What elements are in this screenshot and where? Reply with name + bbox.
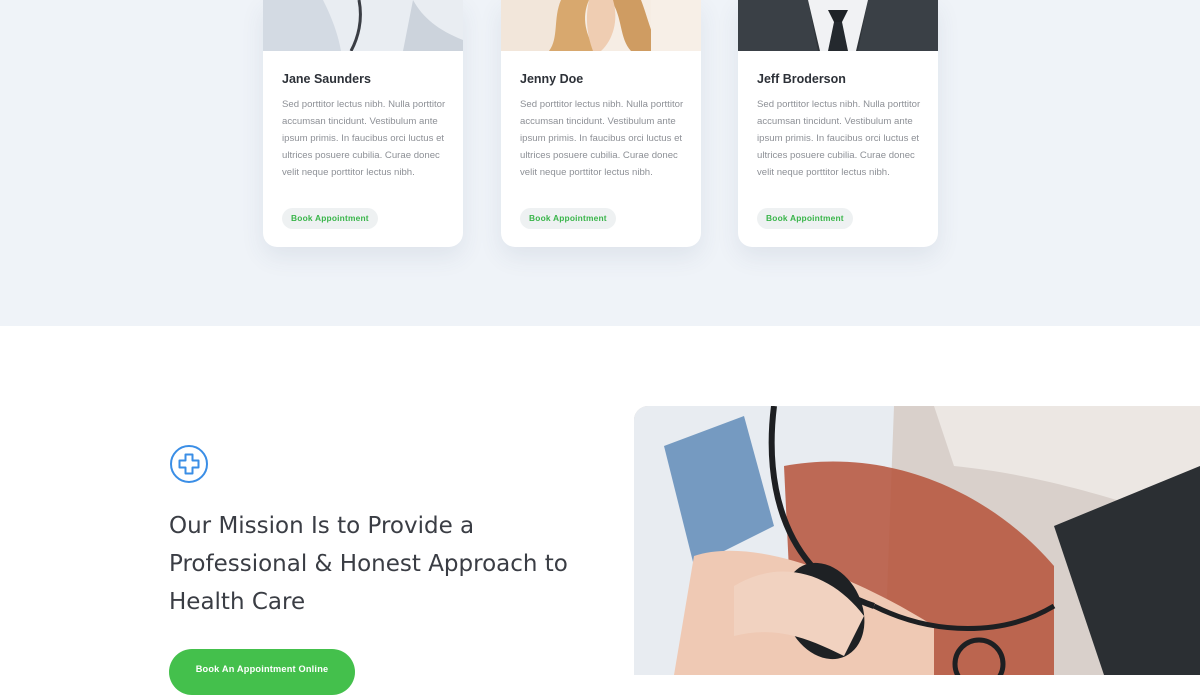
book-appointment-online-button[interactable]: Book An Appointment Online	[169, 649, 355, 695]
doctors-section: Jane Saunders Sed porttitor lectus nibh.…	[0, 0, 1200, 326]
blood-pressure-check-photo	[634, 406, 1200, 675]
medical-cross-icon	[169, 444, 209, 484]
book-appointment-button[interactable]: Book Appointment	[520, 208, 616, 229]
doctor-name: Jenny Doe	[520, 72, 584, 86]
doctor-name: Jane Saunders	[282, 72, 371, 86]
doctor-bio: Sed porttitor lectus nibh. Nulla porttit…	[282, 99, 446, 178]
doctor-card-jeff-broderson: Jeff Broderson Sed porttitor lectus nibh…	[738, 0, 938, 247]
book-appointment-button[interactable]: Book Appointment	[282, 208, 378, 229]
book-appointment-button[interactable]: Book Appointment	[757, 208, 853, 229]
doctor-photo	[501, 0, 701, 51]
doctor-card-jane-saunders: Jane Saunders Sed porttitor lectus nibh.…	[263, 0, 463, 247]
doctor-photo	[738, 0, 938, 51]
doctor-bio: Sed porttitor lectus nibh. Nulla porttit…	[757, 99, 921, 178]
doctor-name: Jeff Broderson	[757, 72, 846, 86]
mission-heading: Our Mission Is to Provide a Professional…	[169, 513, 568, 615]
doctor-bio: Sed porttitor lectus nibh. Nulla porttit…	[520, 99, 684, 178]
doctor-card-jenny-doe: Jenny Doe Sed porttitor lectus nibh. Nul…	[501, 0, 701, 247]
doctor-photo	[263, 0, 463, 51]
